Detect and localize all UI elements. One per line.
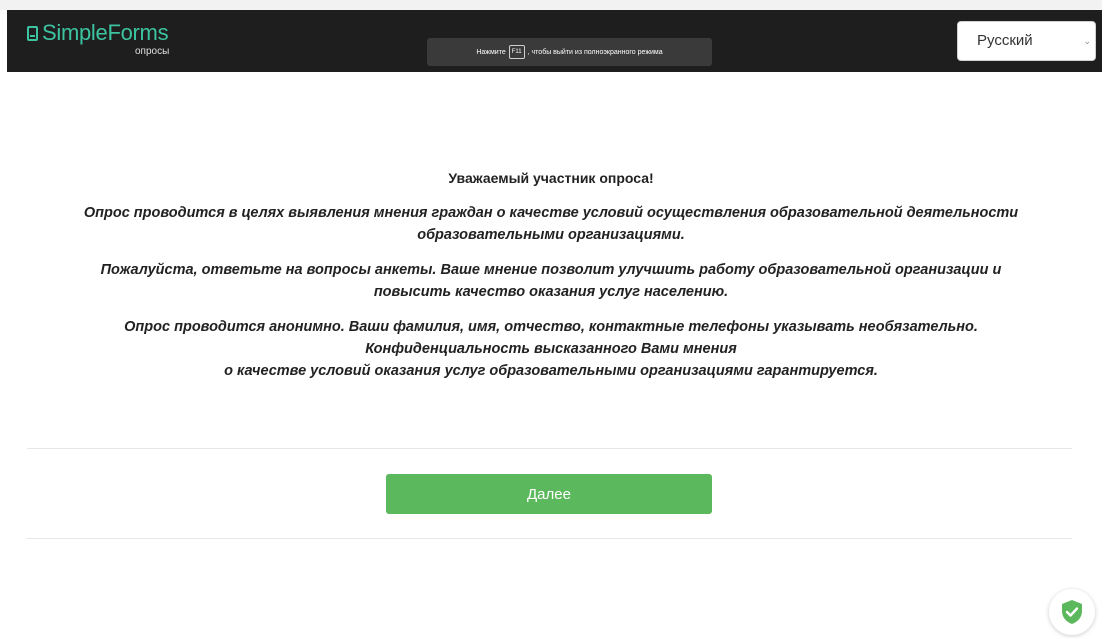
top-strip [0,0,1102,10]
fullscreen-note-after: , чтобы выйти из полноэкранного режима [527,48,663,56]
logo-subtitle: опросы [135,46,170,57]
intro-paragraph-line: Опрос проводится анонимно. Ваши фамилия,… [124,319,978,335]
intro-paragraph-line: повысить качество оказания услуг населен… [373,284,729,300]
header-bar: SimpleForms опросы Нажмите F11 , чтобы в… [7,10,1102,72]
language-select-value: Русский [977,32,1033,49]
f11-key-badge: F11 [508,45,525,59]
phone-form-icon [27,26,38,41]
security-badge[interactable] [1049,589,1095,635]
intro-paragraph-line: Опрос проводится в целях выявления мнени… [83,205,1019,221]
fullscreen-note-before: Нажмите [476,48,506,56]
intro-paragraph-anonymity: Опрос проводится анонимно. Ваши фамилия,… [20,316,1082,382]
intro-paragraph-line: Пожалуйста, ответьте на вопросы анкеты. … [100,262,1002,278]
next-button[interactable]: Далее [386,474,712,514]
divider [27,538,1072,539]
fullscreen-notice: Нажмите F11 , чтобы выйти из полноэкранн… [427,38,712,66]
intro-paragraph-purpose: Опрос проводится в целях выявления мнени… [20,202,1082,246]
logo[interactable]: SimpleForms [27,20,169,45]
survey-page: SimpleForms опросы Нажмите F11 , чтобы в… [0,0,1102,638]
divider [27,448,1072,449]
intro-paragraph-request: Пожалуйста, ответьте на вопросы анкеты. … [20,259,1082,303]
logo-text: SimpleForms [42,20,169,45]
intro-greeting: Уважаемый участник опроса! [448,170,654,186]
shield-check-icon [1062,600,1082,624]
chevron-down-icon: ⌄ [1083,36,1091,46]
intro-paragraph-line: образовательными организациями. [417,227,685,243]
intro-paragraph-line: о качестве условий оказания услуг образо… [224,363,878,379]
language-select[interactable]: Русский ⌄ [957,21,1096,61]
intro-paragraph-line: Конфиденциальность высказанного Вами мне… [365,341,737,357]
